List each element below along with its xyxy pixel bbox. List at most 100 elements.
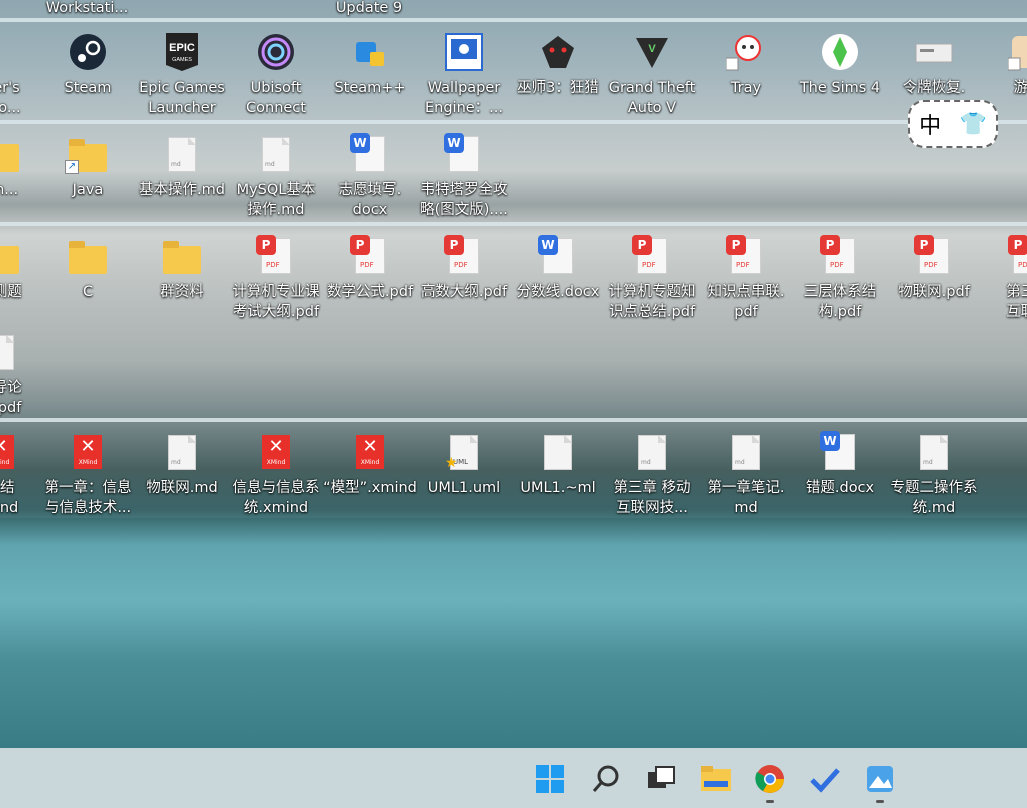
xmind-icon: ✕XMind [349,430,391,474]
desktop-icon[interactable]: W 错题.docx [793,430,887,498]
desktop-icon-label: 第一章：信息 与信息技术... [44,480,132,516]
desktop-icon[interactable]: Wallpaper Engine：... [417,30,511,118]
ime-status-bar[interactable]: 中 👕 [908,100,998,148]
desktop-icon[interactable]: P PDF 知识点串联. pdf [699,234,793,322]
pdf-icon: PPDF [1007,234,1027,278]
desktop-icon[interactable]: md 第一章笔记. md [699,430,793,518]
desktop-icon[interactable]: ✕ XMind “模型”.xmind [323,430,417,498]
desktop-icon[interactable]: md 物联网.md [135,430,229,498]
game-shortcut-icon [1007,30,1027,74]
desktop-icon-shushi-daolun[interactable]: 术导论 题.pdf [0,330,47,418]
desktop-icon[interactable]: V Grand Theft Auto V [605,30,699,118]
desktop-icon[interactable]: 游戏 [981,30,1027,98]
docx-icon: W [349,132,391,176]
desktop-icon-label: 计算机专题知 识点总结.pdf [608,284,696,320]
desktop-icon[interactable]: ✕ XMind 第一章：信息 与信息技术... [41,430,135,518]
desktop-icon-label: Java [72,182,104,198]
pdf-icon: PPDF [725,234,767,278]
md-file-icon: md [913,430,955,474]
chrome-icon[interactable] [753,762,787,803]
md-file-icon: md [161,132,203,176]
desktop-icon[interactable]: 自测题 [0,234,47,302]
desktop-icon[interactable]: W 分数线.docx [511,234,605,302]
desktop-icon[interactable]: Ubisoft Connect [229,30,323,118]
folder-icon [0,234,21,278]
desktop-icon[interactable]: qin... [0,132,47,200]
partial-label[interactable]: Workstati... [40,0,134,18]
desktop-icon[interactable]: P PDF 计算机专业课 考试大纲.pdf [229,234,323,322]
desktop-icon[interactable]: W 志愿填写. docx [323,132,417,220]
todo-icon[interactable] [808,762,842,796]
taskbar [0,748,1027,808]
ubisoft-icon [255,30,297,74]
desktop-icon[interactable]: md 基本操作.md [135,132,229,200]
desktop-icon[interactable]: P PDF 计算机专题知 识点总结.pdf [605,234,699,322]
desktop-icon[interactable]: W 韦特塔罗全攻 略(图文版).... [417,132,511,220]
desktop-icon[interactable]: 群资料 [135,234,229,302]
epic-games-icon: EPIC GAMES [161,30,203,74]
photos-icon[interactable] [863,762,897,803]
wallpaper-engine-icon [443,30,485,74]
pdf-icon: PPDF [819,234,861,278]
desktop-icon-label: 知识点串联. pdf [707,284,785,320]
desktop-icon[interactable]: Steam [41,30,135,98]
shirt-icon[interactable]: 👕 [959,112,986,137]
desktop-icon-label: Steam [64,80,112,96]
file-explorer-icon[interactable] [699,762,733,796]
desktop-icon[interactable]: md MySQL基本 操作.md [229,132,323,220]
pdf-icon: PPDF [443,234,485,278]
desktop-icon[interactable]: The Sims 4 [793,30,887,98]
desktop-icon-label: Ubisoft Connect [246,80,306,116]
blank-file-icon [537,430,579,474]
desktop-icon[interactable]: EPIC GAMES Epic Games Launcher [135,30,229,118]
desktop-icon-label: Grand Theft Auto V [608,80,696,116]
desktop-icon-label: 专题二操作系 统.md [890,480,978,516]
desktop-icon[interactable]: P PDF 高数大纲.pdf [417,234,511,302]
desktop-icon[interactable]: ✕ XMind 信息与信息系 统.xmind [229,430,323,518]
desktop-icon-label: 第一章笔记. md [707,480,785,516]
desktop-icon[interactable]: 令牌恢复. [887,30,981,98]
witcher-icon [537,30,579,74]
desktop-icon[interactable]: eier's ntio... [0,30,47,118]
desktop-icon[interactable]: 巫师3：狂猎 [511,30,605,98]
desktop-icon[interactable]: Tray [699,30,793,98]
desktop-icon[interactable]: P PDF 数学公式.pdf [323,234,417,302]
search-icon[interactable] [589,762,623,796]
desktop-icon-label: MySQL基本 操作.md [236,182,316,218]
desktop-icon[interactable]: P PDF 物联网.pdf [887,234,981,302]
windows-start-icon[interactable] [533,762,567,796]
desktop-icon[interactable]: md 专题二操作系 统.md [887,430,981,518]
ime-mode-label[interactable]: 中 [919,108,941,140]
desktop-icon-label: 韦特塔罗全攻 略(图文版).... [420,182,508,218]
sims-icon [819,30,861,74]
desktop-icon-label: 群资料 [160,284,204,300]
pdf-icon: PPDF [349,234,391,278]
desktop-icon-label: Steam++ [334,80,406,96]
partial-label[interactable]: Update 9 [322,0,416,18]
desktop-icon[interactable]: C [41,234,135,302]
desktop-icon-label: 三层体系结 构.pdf [803,284,877,320]
desktop-icon[interactable]: PPDF 第三章 互联网 [981,234,1027,322]
fence-divider [0,120,1027,124]
desktop-icon-label: 游戏 [1013,80,1027,96]
desktop-icon-label: 志愿填写. docx [338,182,402,218]
desktop-icon-label: UML1.~ml [520,480,596,496]
desktop-icon-label: 令牌恢复. [902,80,966,96]
desktop-icon[interactable]: UML ★ UML1.uml [417,430,511,498]
desktop-icon-label: 物联网.pdf [898,284,970,300]
folder-icon [0,132,21,176]
desktop-icon[interactable]: Steam++ [323,30,417,98]
task-view-icon[interactable] [644,762,678,796]
desktop-icon[interactable]: md 第三章 移动 互联网技... [605,430,699,518]
folder-icon: ↗ [65,132,109,176]
folder-icon [67,234,109,278]
running-indicator [876,800,884,803]
desktop-icon[interactable]: P PDF 三层体系结 构.pdf [793,234,887,322]
desktop-icon[interactable]: UML1.~ml [511,430,605,498]
desktop-icon[interactable]: ↗ Java [41,132,135,200]
pdf-icon: PPDF [255,234,297,278]
desktop-icon[interactable]: ✕XMind 系结 mind [0,430,47,518]
desktop-icon-label: qin... [0,182,19,198]
desktop-icon-label: 错题.docx [805,480,875,496]
fence-divider [0,18,1027,22]
